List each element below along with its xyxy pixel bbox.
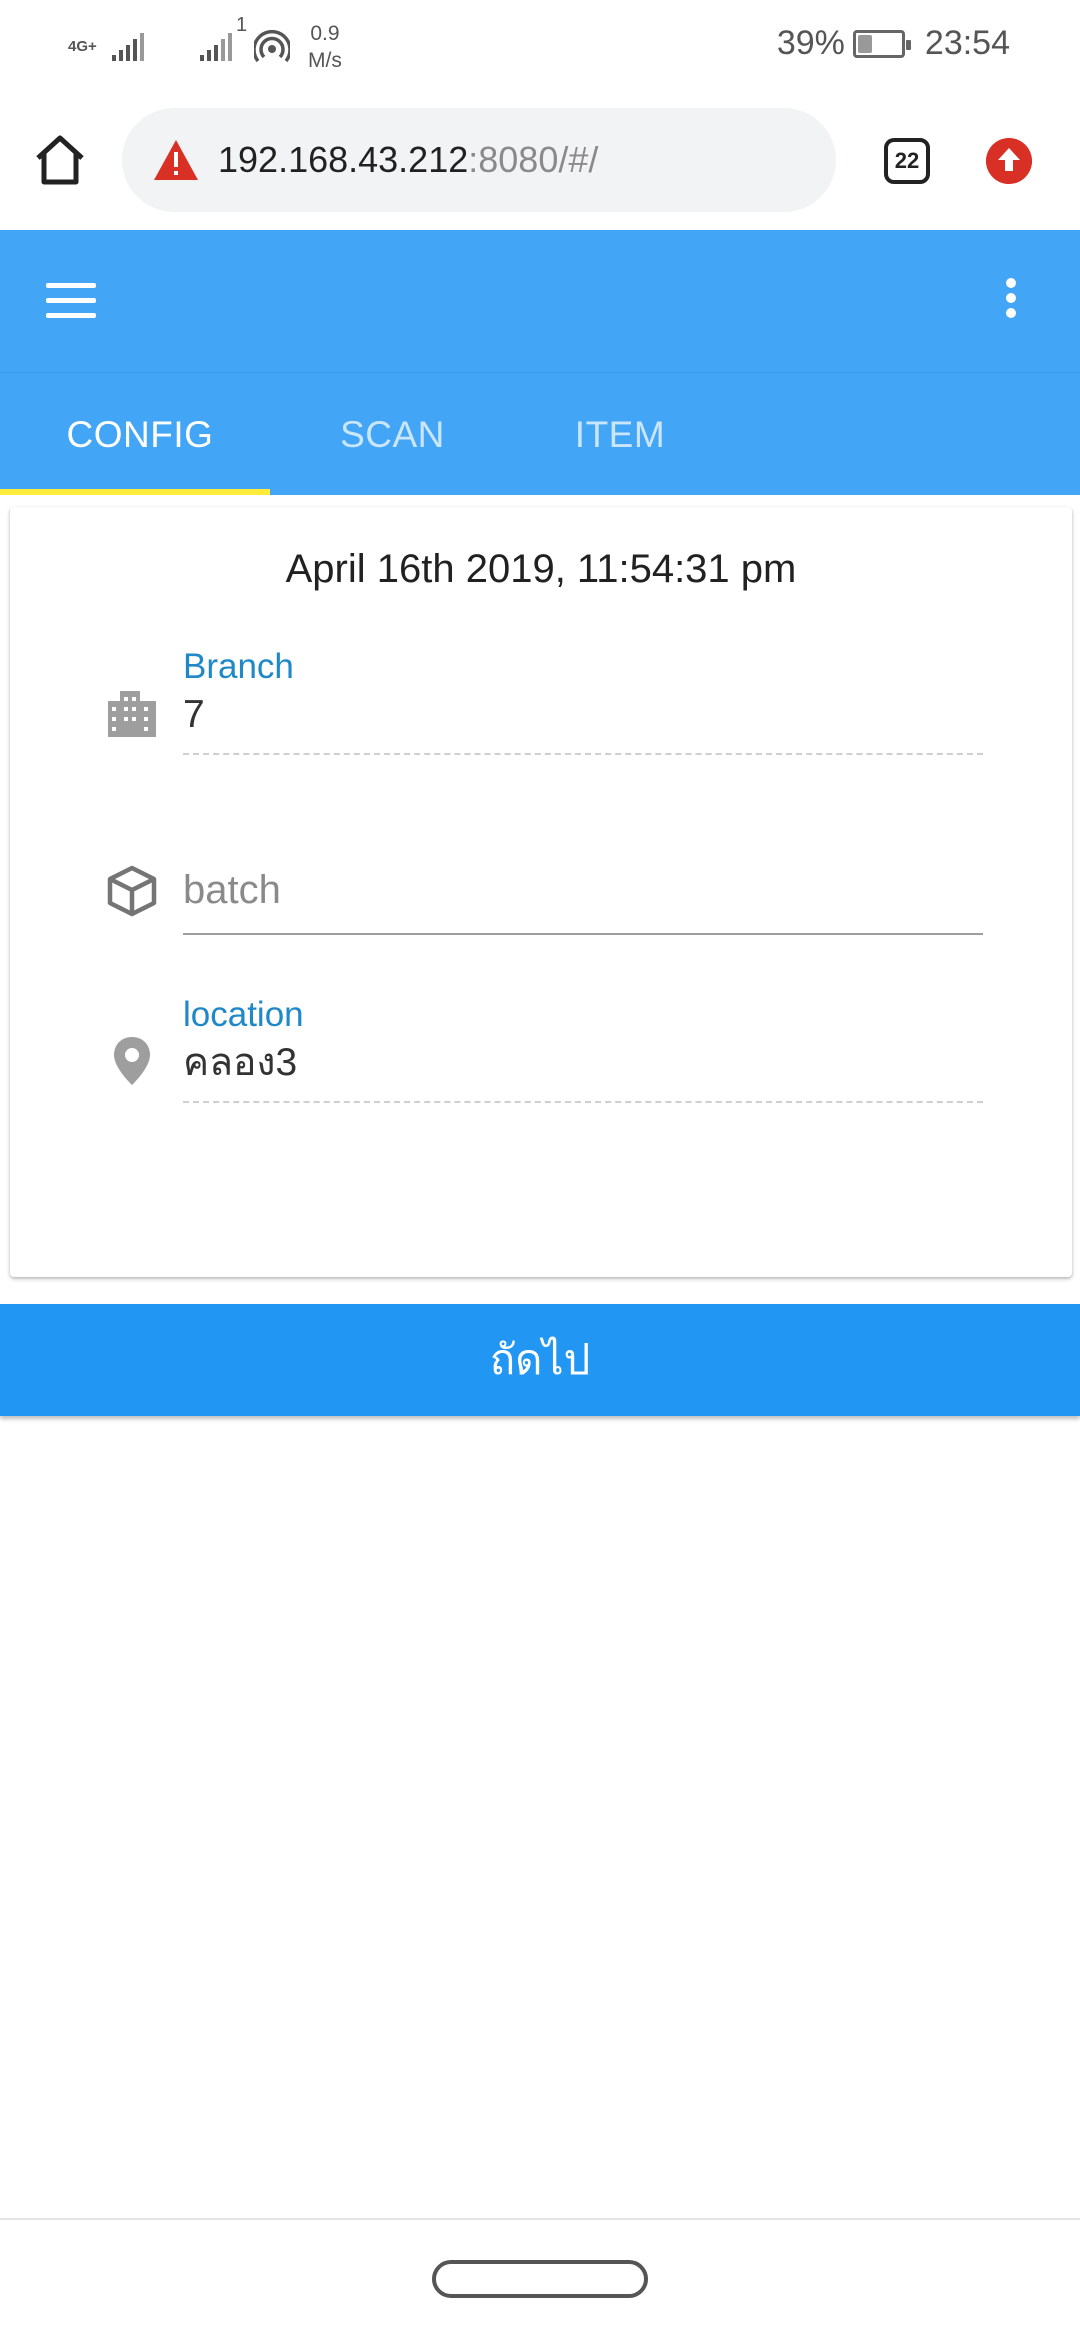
status-bar: 4G+ 0.9 M/s 1 39% 23:54 — [0, 0, 1080, 90]
status-right: 39% 23:54 — [777, 24, 1010, 63]
batch-input[interactable]: batch — [183, 865, 983, 915]
url-host: 192.168.43.212 — [218, 139, 469, 180]
location-field[interactable]: location คลอง3 — [183, 993, 983, 1103]
status-indicators: 4G+ 0.9 M/s — [68, 20, 342, 74]
branch-label: Branch — [183, 647, 294, 686]
battery-icon — [852, 29, 911, 58]
network-speed: 0.9 M/s — [308, 20, 342, 74]
hotspot-icon — [254, 30, 290, 63]
home-icon[interactable] — [30, 130, 90, 190]
browser-toolbar: 192.168.43.212:8080/#/ 22 — [0, 90, 1080, 230]
branch-value[interactable]: 7 — [183, 691, 983, 739]
tab-bar: CONFIG SCAN ITEM — [0, 372, 1080, 495]
menu-icon[interactable] — [46, 283, 96, 319]
battery-percent: 39% — [776, 24, 845, 62]
speed-superscript: 1 — [236, 14, 248, 36]
speed-value: 0.9 — [310, 22, 340, 45]
datetime-display: April 16th 2019, 11:54:31 pm — [285, 547, 797, 591]
home-gesture-bar[interactable] — [432, 2260, 648, 2298]
system-nav-bar — [0, 2218, 1080, 2340]
speed-unit: M/s — [308, 49, 342, 72]
signal-icon — [200, 33, 232, 61]
app-toolbar — [0, 230, 1080, 372]
branch-field[interactable]: Branch 7 — [183, 645, 983, 755]
location-label: location — [183, 995, 304, 1034]
upload-icon[interactable] — [986, 138, 1032, 184]
batch-underline — [183, 933, 983, 935]
tab-indicator — [0, 489, 270, 495]
config-card: April 16th 2019, 11:54:31 pm Branch 7 ba… — [10, 507, 1072, 1277]
tab-scan[interactable]: SCAN — [280, 373, 505, 496]
battery-level — [857, 34, 872, 53]
network-type: 4G+ — [68, 38, 97, 55]
tab-count: 22 — [894, 148, 920, 173]
next-button[interactable]: ถัดไป — [0, 1304, 1080, 1416]
warning-icon[interactable] — [152, 138, 200, 182]
branch-underline — [183, 753, 983, 755]
location-underline — [183, 1101, 983, 1103]
building-icon — [108, 691, 156, 737]
batch-field[interactable]: batch — [183, 865, 983, 935]
more-vert-icon[interactable] — [1002, 278, 1020, 326]
address-bar[interactable]: 192.168.43.212:8080/#/ — [122, 108, 836, 212]
url-text[interactable]: 192.168.43.212:8080/#/ — [218, 138, 598, 182]
location-pin-icon — [114, 1037, 150, 1085]
tab-item[interactable]: ITEM — [505, 373, 735, 496]
signal-icon — [112, 33, 144, 61]
tabs-icon[interactable]: 22 — [884, 138, 930, 184]
clock: 23:54 — [924, 24, 1010, 62]
tab-config[interactable]: CONFIG — [0, 373, 280, 496]
box-icon — [107, 865, 157, 917]
location-value[interactable]: คลอง3 — [183, 1039, 983, 1087]
url-path: :8080/#/ — [468, 139, 599, 180]
